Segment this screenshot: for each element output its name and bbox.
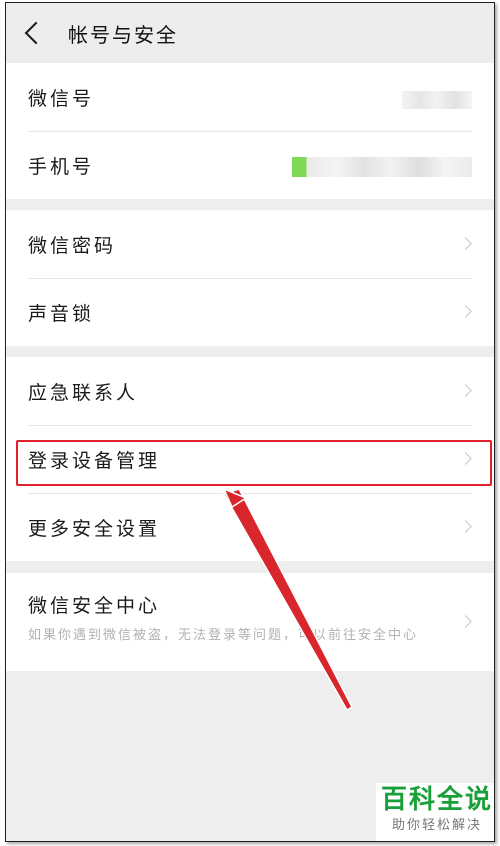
annotation-arrow	[222, 487, 353, 712]
watermark-sub-text: 助你轻松解决	[391, 818, 482, 833]
watermark-main-text: 百科全说	[380, 785, 493, 815]
watermark-logo: 百科全说 助你轻松解决	[376, 783, 494, 841]
phone-screen: 帐号与安全 微信号 手机号 微信密码 声音锁 应急联系人 登录设备管理 更多安全…	[5, 2, 495, 842]
arrow-shaft	[222, 488, 353, 712]
